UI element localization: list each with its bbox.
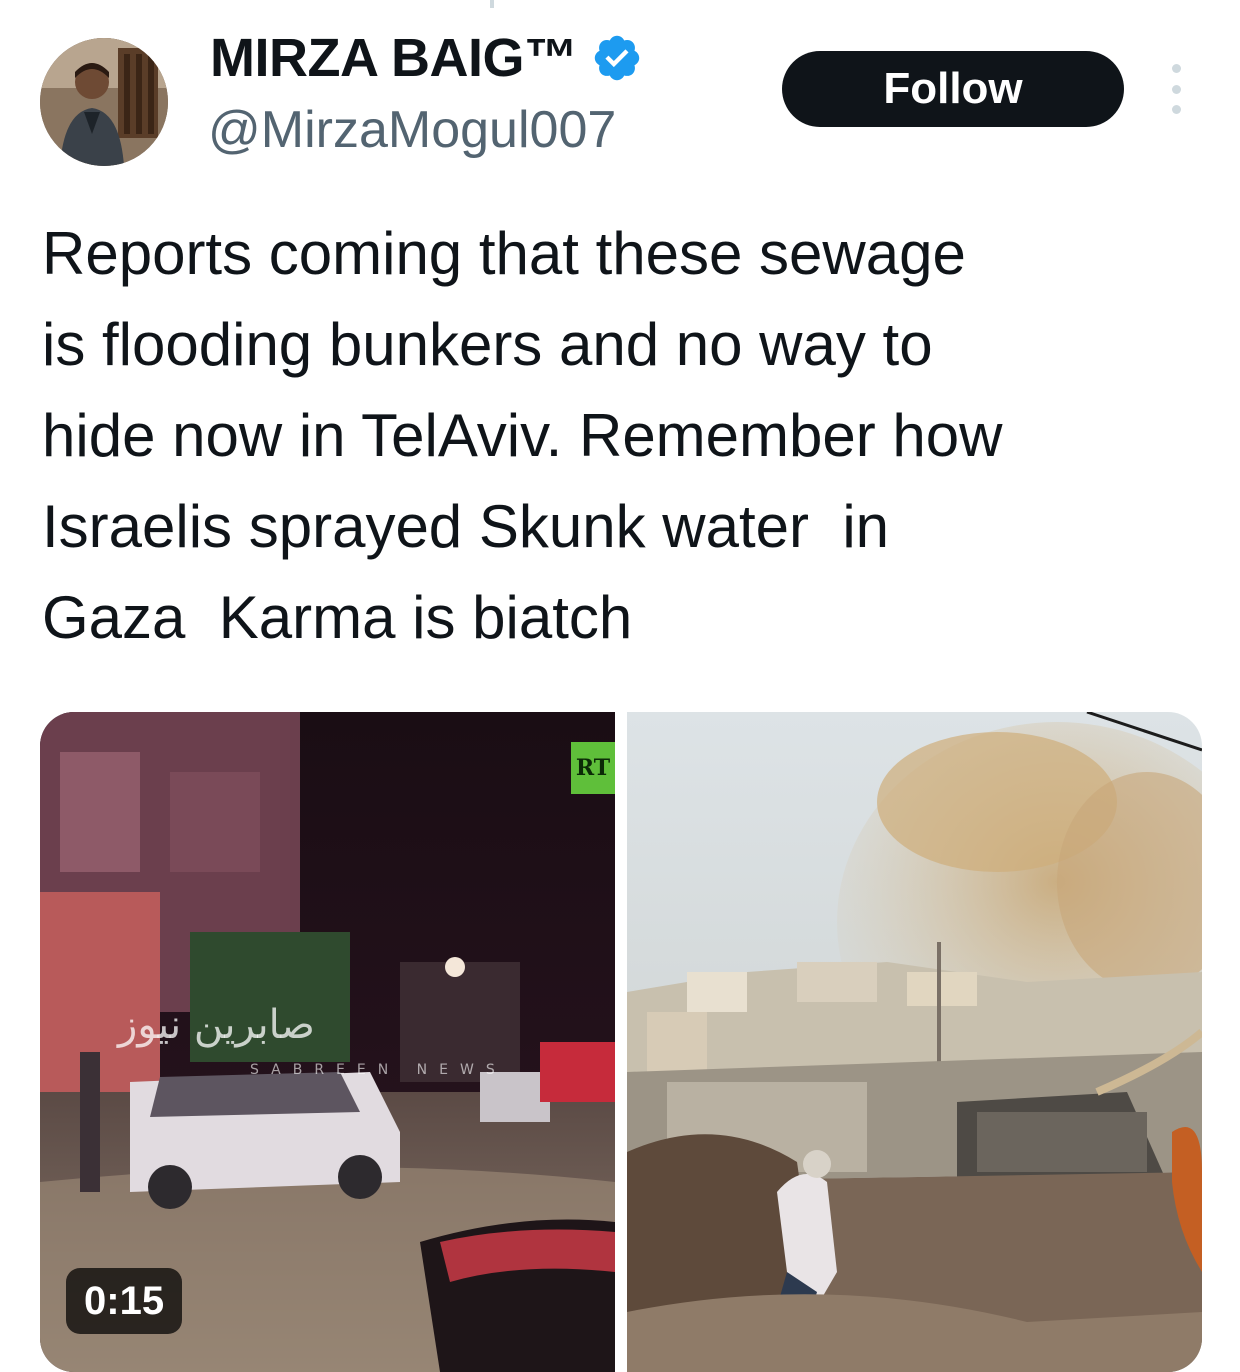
follow-button[interactable]: Follow	[782, 51, 1124, 127]
more-dot	[1171, 84, 1181, 94]
avatar-photo	[40, 38, 168, 166]
more-vertical-icon[interactable]	[1162, 64, 1190, 114]
video-thumbnail[interactable]: RT صابرين نيوز SABREEN NEWS 0:15	[40, 712, 615, 1372]
media-grid: RT صابرين نيوز SABREEN NEWS 0:15	[40, 712, 1202, 1372]
author-handle[interactable]: @MirzaMogul007	[208, 98, 616, 162]
author-display-name[interactable]: MIRZA BAIG™	[210, 26, 643, 90]
verified-badge-icon[interactable]	[591, 32, 643, 84]
previous-tweet-connector	[490, 0, 494, 8]
skunk-water-spray-image	[627, 712, 1202, 1372]
photo-thumbnail[interactable]	[627, 712, 1202, 1372]
display-name-text: MIRZA BAIG™	[210, 28, 578, 88]
more-dot	[1171, 64, 1181, 73]
more-dot	[1171, 105, 1181, 114]
video-duration-badge: 0:15	[66, 1268, 183, 1334]
video-watermark: صابرين نيوز	[118, 1002, 315, 1048]
rt-channel-logo: RT	[571, 742, 615, 794]
tweet-text: Reports coming that these sewage is floo…	[42, 220, 1003, 651]
video-watermark-sub: SABREEN NEWS	[250, 1062, 507, 1078]
avatar[interactable]	[40, 38, 168, 166]
